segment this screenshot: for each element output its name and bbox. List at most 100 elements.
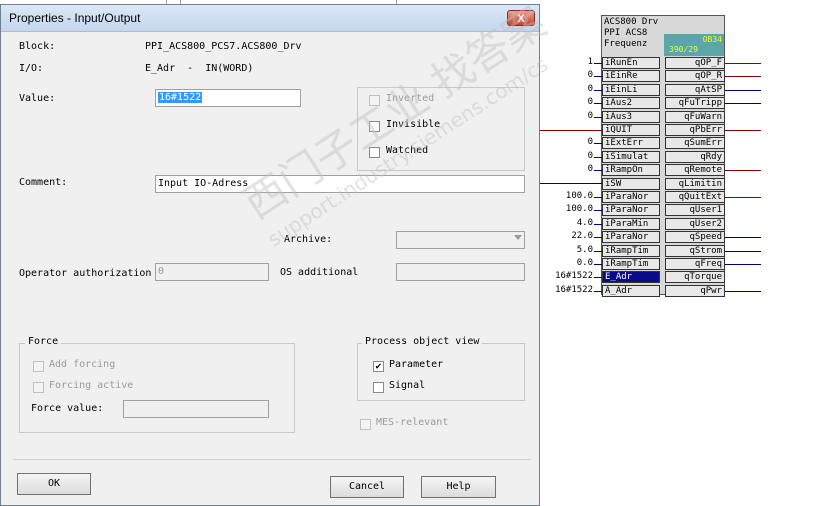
output-pin[interactable]: qFuTripp bbox=[665, 97, 725, 109]
input-pin[interactable]: iRampTim bbox=[602, 258, 660, 270]
output-pin[interactable]: qRemote bbox=[665, 164, 725, 176]
archive-label: Archive: bbox=[284, 234, 333, 245]
input-wire bbox=[594, 224, 602, 225]
cancel-button[interactable]: Cancel bbox=[330, 476, 404, 498]
output-wire bbox=[725, 237, 761, 238]
inverted-label: Inverted bbox=[386, 93, 435, 104]
output-wire bbox=[725, 76, 761, 77]
input-value: 100.0 bbox=[565, 191, 593, 201]
input-pin[interactable]: A_Adr bbox=[602, 285, 660, 297]
comment-label: Comment: bbox=[19, 177, 68, 188]
output-pin[interactable]: qFreq bbox=[665, 258, 725, 270]
output-pin[interactable]: qStrom bbox=[665, 245, 725, 257]
inverted-checkbox[interactable] bbox=[369, 95, 380, 106]
output-wire bbox=[725, 291, 761, 292]
block-runtime-info: OB34 390/29 bbox=[664, 34, 724, 56]
parameter-checkbox[interactable]: ✔ bbox=[373, 361, 384, 372]
input-wire bbox=[594, 237, 602, 238]
watched-checkbox[interactable] bbox=[369, 147, 380, 158]
output-wire bbox=[725, 103, 761, 104]
input-wire bbox=[594, 210, 602, 211]
mes-relevant-checkbox[interactable] bbox=[360, 419, 371, 430]
input-pin[interactable]: E_Adr bbox=[602, 271, 660, 283]
block-header-line: Frequenz bbox=[604, 39, 648, 49]
input-value: 5.0 bbox=[576, 245, 593, 255]
input-value: 16#1522 bbox=[555, 271, 593, 281]
output-wire bbox=[725, 90, 761, 91]
comment-input[interactable]: Input IO-Adress bbox=[155, 175, 525, 193]
output-pin[interactable]: qOP_F bbox=[665, 57, 725, 69]
force-value-input[interactable] bbox=[123, 400, 269, 418]
block-value: PPI_ACS800_PCS7.ACS800_Drv bbox=[145, 41, 302, 52]
os-additional-input[interactable] bbox=[396, 263, 525, 281]
block-header-line: ACS800 Drv bbox=[604, 17, 659, 27]
operator-authorization-value: 0 bbox=[158, 266, 165, 277]
output-pin[interactable]: qSumErr bbox=[665, 137, 725, 149]
operator-authorization-input[interactable]: 0 bbox=[155, 263, 269, 281]
parameter-label: Parameter bbox=[389, 359, 444, 370]
force-group-title: Force bbox=[25, 336, 62, 347]
input-value: 0 bbox=[587, 111, 593, 121]
value-input-text: 16#1522 bbox=[158, 92, 203, 103]
input-wire bbox=[594, 197, 602, 198]
output-wire bbox=[725, 197, 761, 198]
output-pin[interactable]: qPbErr bbox=[665, 124, 725, 136]
output-pin[interactable]: qOP_R bbox=[665, 70, 725, 82]
input-pin[interactable]: iParaNor bbox=[602, 204, 660, 216]
input-value: 100.0 bbox=[565, 204, 593, 214]
add-forcing-checkbox[interactable] bbox=[33, 361, 44, 372]
block-header-line: PPI ACS8 bbox=[604, 28, 648, 38]
value-input[interactable]: 16#1522 bbox=[155, 89, 301, 107]
title-bar[interactable]: Properties - Input/Output X bbox=[1, 5, 539, 32]
input-wire bbox=[594, 103, 602, 104]
options-group bbox=[357, 87, 525, 171]
input-value: 22.0 bbox=[571, 231, 593, 241]
invisible-label: Invisible bbox=[386, 119, 441, 130]
force-value-label: Force value: bbox=[31, 403, 104, 414]
input-wire bbox=[594, 143, 602, 144]
help-button[interactable]: Help bbox=[421, 476, 496, 498]
dialog-title: Properties - Input/Output bbox=[9, 11, 141, 25]
block-label: Block: bbox=[19, 41, 56, 52]
input-pin[interactable]: iSimulat bbox=[602, 151, 660, 163]
output-pin[interactable]: qUser1 bbox=[665, 204, 725, 216]
input-value: 0.0 bbox=[576, 258, 593, 268]
output-pin[interactable]: qTorque bbox=[665, 271, 725, 283]
input-pin[interactable]: iParaMin bbox=[602, 218, 660, 230]
io-value: E_Adr - IN(WORD) bbox=[145, 63, 254, 74]
input-pin[interactable]: iSW bbox=[602, 178, 660, 190]
output-pin[interactable]: qRdy bbox=[665, 151, 725, 163]
input-pin[interactable]: iRampOn bbox=[602, 164, 660, 176]
invisible-checkbox[interactable] bbox=[369, 121, 380, 132]
input-pin[interactable]: iParaNor bbox=[602, 191, 660, 203]
output-pin[interactable]: qAtSP bbox=[665, 84, 725, 96]
input-wire bbox=[594, 264, 602, 265]
input-value: 0 bbox=[587, 84, 593, 94]
io-label: I/O: bbox=[19, 63, 44, 74]
output-pin[interactable]: qSpeed bbox=[665, 231, 725, 243]
input-pin[interactable]: iAus2 bbox=[602, 97, 660, 109]
input-value: 0 bbox=[587, 151, 593, 161]
input-pin[interactable]: iParaNor bbox=[602, 231, 660, 243]
output-pin[interactable]: qFuWarn bbox=[665, 111, 725, 123]
input-value: 0 bbox=[587, 164, 593, 174]
input-pin[interactable]: iAus3 bbox=[602, 111, 660, 123]
input-pin[interactable]: iEinRe bbox=[602, 70, 660, 82]
signal-checkbox[interactable] bbox=[373, 382, 384, 393]
archive-select[interactable] bbox=[396, 231, 525, 249]
watched-label: Watched bbox=[386, 145, 429, 156]
forcing-active-checkbox[interactable] bbox=[33, 382, 44, 393]
output-pin[interactable]: qPwr bbox=[665, 285, 725, 297]
close-button[interactable]: X bbox=[507, 10, 535, 26]
input-pin[interactable]: iEinLi bbox=[602, 84, 660, 96]
output-pin[interactable]: qQuitExt bbox=[665, 191, 725, 203]
output-pin[interactable]: qLimitin bbox=[665, 178, 725, 190]
output-wire bbox=[725, 130, 761, 131]
ok-button[interactable]: OK bbox=[17, 473, 91, 495]
input-pin[interactable]: iRunEn bbox=[602, 57, 660, 69]
input-pin[interactable]: iQUIT bbox=[602, 124, 660, 136]
output-pin[interactable]: qUser2 bbox=[665, 218, 725, 230]
input-pin[interactable]: iRampTim bbox=[602, 245, 660, 257]
input-wire bbox=[594, 63, 602, 64]
input-pin[interactable]: iExtErr bbox=[602, 137, 660, 149]
